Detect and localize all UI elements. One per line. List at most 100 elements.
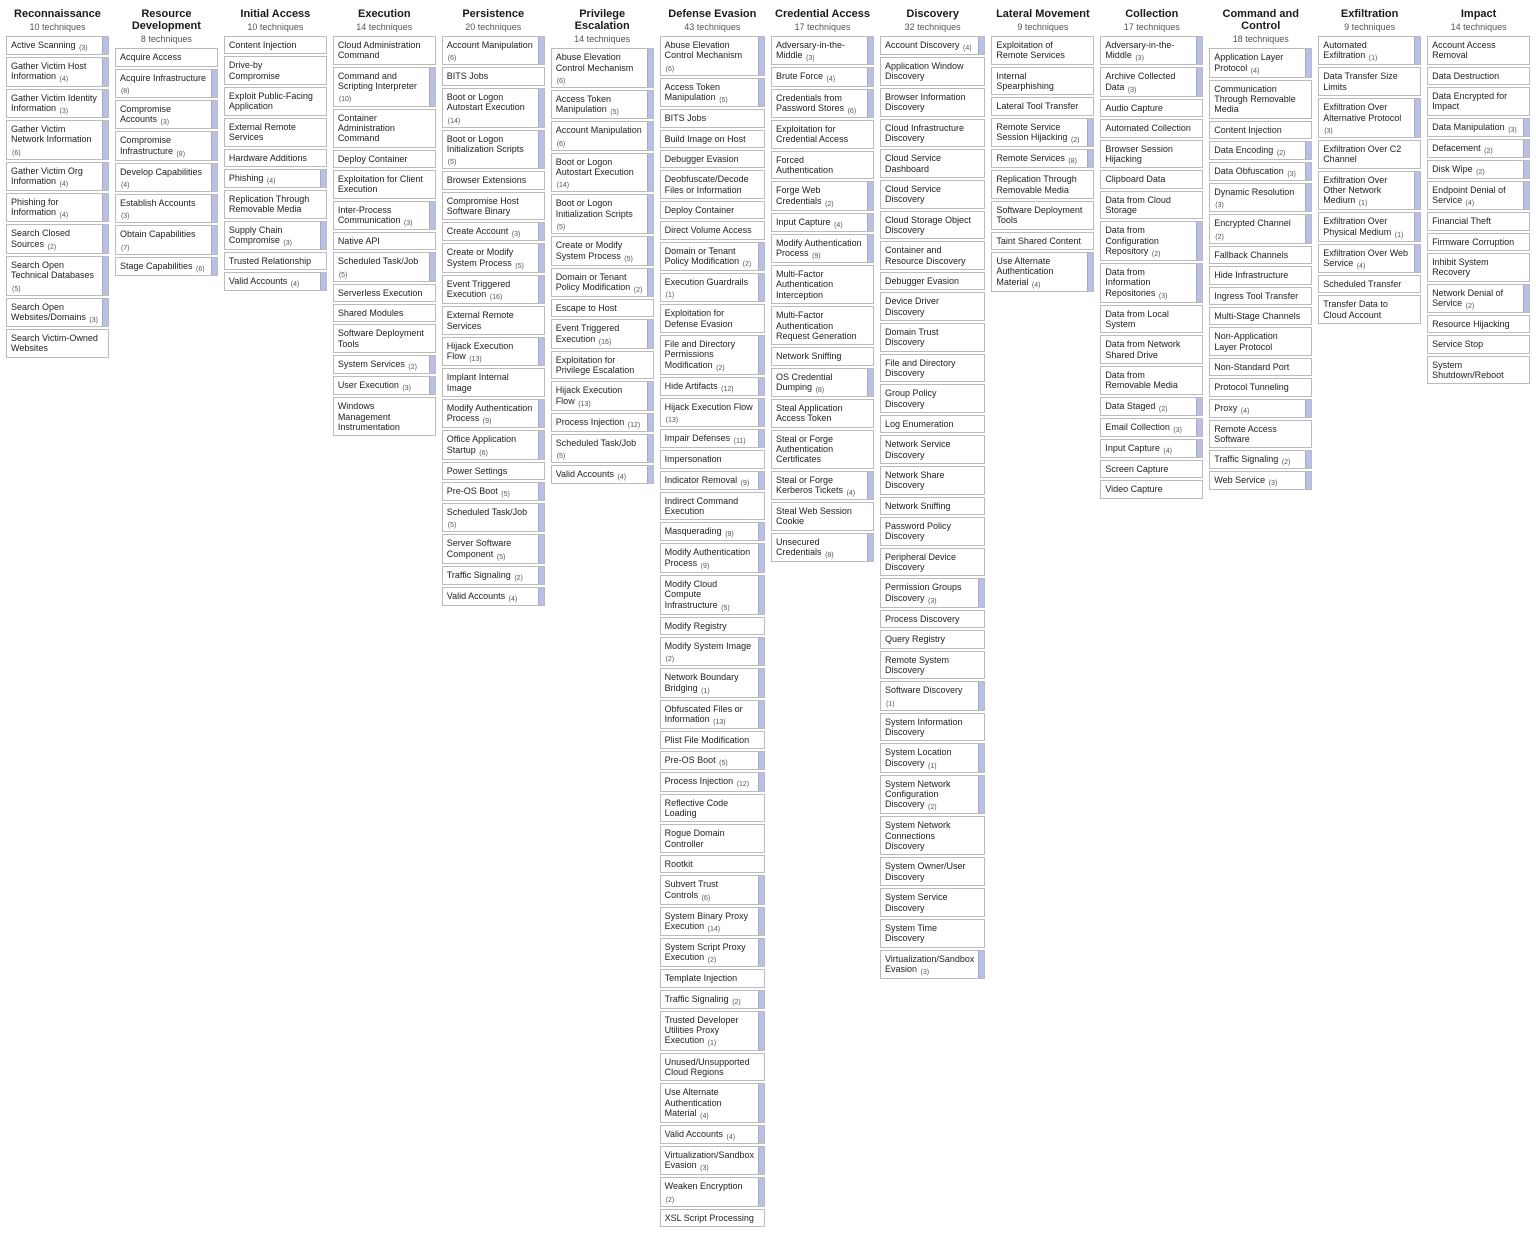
technique-cell[interactable]: Unsecured Credentials (8) <box>771 533 874 562</box>
technique-cell[interactable]: Data from Information Repositories (3) <box>1100 263 1203 303</box>
expand-tab-icon[interactable] <box>429 356 435 373</box>
technique-cell[interactable]: System Services (2) <box>333 355 436 374</box>
expand-tab-icon[interactable] <box>211 70 217 97</box>
expand-tab-icon[interactable] <box>1414 213 1420 240</box>
tactic-header[interactable]: Execution14 techniques <box>331 4 438 34</box>
expand-tab-icon[interactable] <box>1196 222 1202 260</box>
technique-cell[interactable]: Data Staged (2) <box>1100 397 1203 416</box>
technique-cell[interactable]: Data from Network Shared Drive <box>1100 335 1203 364</box>
technique-cell[interactable]: Indirect Command Execution <box>660 492 765 521</box>
technique-cell[interactable]: Hide Artifacts (12) <box>660 377 765 396</box>
expand-tab-icon[interactable] <box>1305 184 1311 211</box>
tactic-header[interactable]: Credential Access17 techniques <box>769 4 876 34</box>
expand-tab-icon[interactable] <box>758 991 764 1008</box>
expand-tab-icon[interactable] <box>538 338 544 365</box>
expand-tab-icon[interactable] <box>758 243 764 270</box>
expand-tab-icon[interactable] <box>1196 440 1202 457</box>
technique-cell[interactable]: OS Credential Dumping (8) <box>771 368 874 397</box>
technique-cell[interactable]: Ingress Tool Transfer <box>1209 287 1312 305</box>
expand-tab-icon[interactable] <box>211 226 217 253</box>
technique-cell[interactable]: Query Registry <box>880 630 985 648</box>
technique-cell[interactable]: Escape to Host <box>551 299 654 317</box>
expand-tab-icon[interactable] <box>867 68 873 85</box>
expand-tab-icon[interactable] <box>758 773 764 790</box>
technique-cell[interactable]: Scheduled Task/Job (5) <box>442 503 545 532</box>
technique-cell[interactable]: Multi-Factor Authentication Interception <box>771 265 874 304</box>
technique-cell[interactable]: Create or Modify System Process (5) <box>442 243 545 272</box>
technique-cell[interactable]: Browser Extensions <box>442 171 545 189</box>
expand-tab-icon[interactable] <box>102 121 108 159</box>
technique-cell[interactable]: Use Alternate Authentication Material (4… <box>991 252 1094 292</box>
tactic-header[interactable]: Privilege Escalation14 techniques <box>549 4 656 46</box>
technique-cell[interactable]: Office Application Startup (6) <box>442 430 545 459</box>
technique-cell[interactable]: Account Manipulation (6) <box>551 121 654 150</box>
technique-cell[interactable]: Container Administration Command <box>333 109 436 148</box>
technique-cell[interactable]: Transfer Data to Cloud Account <box>1318 295 1421 324</box>
technique-cell[interactable]: Encrypted Channel (2) <box>1209 214 1312 243</box>
technique-cell[interactable]: Remote Service Session Hijacking (2) <box>991 118 1094 147</box>
technique-cell[interactable]: Remote Services (8) <box>991 149 1094 168</box>
technique-cell[interactable]: Communication Through Removable Media <box>1209 80 1312 119</box>
technique-cell[interactable]: Drive-by Compromise <box>224 56 327 85</box>
expand-tab-icon[interactable] <box>758 908 764 935</box>
technique-cell[interactable]: Data Encoding (2) <box>1209 141 1312 160</box>
expand-tab-icon[interactable] <box>758 544 764 571</box>
technique-cell[interactable]: Gather Victim Host Information (4) <box>6 57 109 86</box>
expand-tab-icon[interactable] <box>758 274 764 301</box>
technique-cell[interactable]: Exfiltration Over Alternative Protocol (… <box>1318 98 1421 138</box>
expand-tab-icon[interactable] <box>758 472 764 489</box>
technique-cell[interactable]: Cloud Service Dashboard <box>880 149 985 178</box>
expand-tab-icon[interactable] <box>538 588 544 605</box>
technique-cell[interactable]: Exfiltration Over Web Service (4) <box>1318 244 1421 273</box>
technique-cell[interactable]: Domain Trust Discovery <box>880 323 985 352</box>
expand-tab-icon[interactable] <box>758 1126 764 1143</box>
expand-tab-icon[interactable] <box>1523 285 1529 312</box>
technique-cell[interactable]: Disk Wipe (2) <box>1427 160 1530 179</box>
expand-tab-icon[interactable] <box>538 244 544 271</box>
technique-cell[interactable]: Modify Authentication Process (9) <box>442 399 545 428</box>
technique-cell[interactable]: Indicator Removal (9) <box>660 471 765 490</box>
technique-cell[interactable]: Inhibit System Recovery <box>1427 253 1530 282</box>
expand-tab-icon[interactable] <box>867 369 873 396</box>
technique-cell[interactable]: Non-Standard Port <box>1209 358 1312 376</box>
technique-cell[interactable]: Brute Force (4) <box>771 67 874 86</box>
expand-tab-icon[interactable] <box>538 535 544 562</box>
technique-cell[interactable]: Cloud Storage Object Discovery <box>880 211 985 240</box>
technique-cell[interactable]: Modify Authentication Process (9) <box>660 543 765 572</box>
expand-tab-icon[interactable] <box>320 170 326 187</box>
technique-cell[interactable]: Boot or Logon Autostart Execution (14) <box>442 88 545 128</box>
technique-cell[interactable]: Steal Web Session Cookie <box>771 502 874 531</box>
technique-cell[interactable]: BITS Jobs <box>660 109 765 127</box>
expand-tab-icon[interactable] <box>758 1084 764 1122</box>
expand-tab-icon[interactable] <box>978 682 984 709</box>
technique-cell[interactable]: Search Closed Sources (2) <box>6 224 109 253</box>
technique-cell[interactable]: Financial Theft <box>1427 212 1530 230</box>
technique-cell[interactable]: Rogue Domain Controller <box>660 824 765 853</box>
technique-cell[interactable]: Group Policy Discovery <box>880 384 985 413</box>
technique-cell[interactable]: Create or Modify System Process (5) <box>551 236 654 265</box>
technique-cell[interactable]: Search Open Websites/Domains (3) <box>6 298 109 327</box>
technique-cell[interactable]: Multi-Factor Authentication Request Gene… <box>771 306 874 345</box>
expand-tab-icon[interactable] <box>1087 119 1093 146</box>
technique-cell[interactable]: Fallback Channels <box>1209 246 1312 264</box>
expand-tab-icon[interactable] <box>1087 150 1093 167</box>
technique-cell[interactable]: Shared Modules <box>333 304 436 322</box>
technique-cell[interactable]: Software Discovery (1) <box>880 681 985 710</box>
technique-cell[interactable]: Replication Through Removable Media <box>991 170 1094 199</box>
expand-tab-icon[interactable] <box>1414 99 1420 137</box>
expand-tab-icon[interactable] <box>1305 49 1311 76</box>
technique-cell[interactable]: Input Capture (4) <box>771 213 874 232</box>
technique-cell[interactable]: Unused/Unsupported Cloud Regions <box>660 1053 765 1082</box>
technique-cell[interactable]: Access Token Manipulation (5) <box>551 90 654 119</box>
technique-cell[interactable]: Access Token Manipulation (5) <box>660 78 765 107</box>
technique-cell[interactable]: Phishing for Information (4) <box>6 193 109 222</box>
expand-tab-icon[interactable] <box>102 299 108 326</box>
technique-cell[interactable]: Scheduled Transfer <box>1318 275 1421 293</box>
technique-cell[interactable]: Container and Resource Discovery <box>880 241 985 270</box>
expand-tab-icon[interactable] <box>758 523 764 540</box>
expand-tab-icon[interactable] <box>647 154 653 192</box>
technique-cell[interactable]: Develop Capabilities (4) <box>115 163 218 192</box>
tactic-header[interactable]: Persistence20 techniques <box>440 4 547 34</box>
tactic-header[interactable]: Lateral Movement9 techniques <box>989 4 1096 34</box>
technique-cell[interactable]: Data from Configuration Repository (2) <box>1100 221 1203 261</box>
